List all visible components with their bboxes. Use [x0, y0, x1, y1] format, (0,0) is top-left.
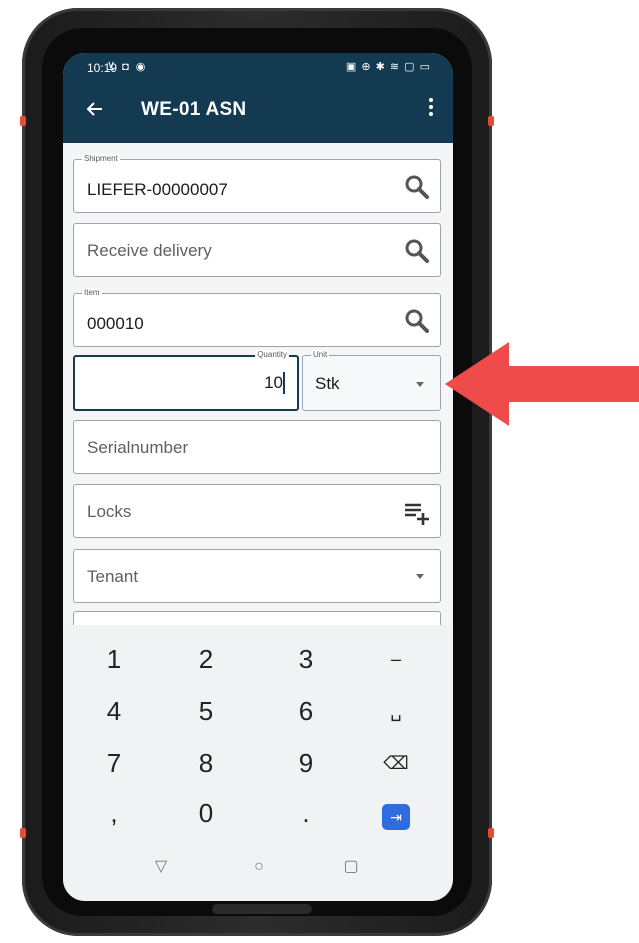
key-4[interactable]: 4	[71, 687, 157, 735]
serialnumber-field[interactable]: Serialnumber	[73, 420, 441, 474]
key-5[interactable]: 5	[163, 687, 249, 735]
overflow-menu-button[interactable]	[423, 97, 439, 123]
item-value: 000010	[87, 314, 144, 333]
phone-screen: 10:19 ⊻ ◘ ◉ ▣ ⊕ ✱ ≋ ▢ ▭ WE-01 ASN Shipme…	[63, 53, 453, 901]
item-field[interactable]: Item 000010	[73, 288, 441, 347]
page-title: WE-01 ASN	[141, 99, 247, 120]
phone-chin	[212, 904, 312, 914]
search-icon[interactable]	[404, 238, 430, 264]
item-label: Item	[82, 288, 102, 298]
key-0[interactable]: 0	[163, 789, 249, 837]
text-cursor	[283, 372, 285, 394]
key-minus[interactable]: –	[353, 635, 439, 683]
unit-label: Unit	[311, 350, 330, 360]
key-8[interactable]: 8	[163, 739, 249, 787]
nav-recents-button[interactable]: ▢	[341, 857, 361, 877]
receive-delivery-field[interactable]: Receive delivery	[73, 223, 441, 277]
toolbar: WE-01 ASN	[63, 83, 453, 139]
receive-delivery-placeholder: Receive delivery	[87, 241, 212, 260]
arrow-left-icon	[86, 102, 102, 116]
unit-select[interactable]: Unit Stk	[302, 350, 441, 411]
key-comma[interactable]: ,	[71, 789, 157, 837]
quantity-label: Quantity	[255, 350, 289, 360]
playlist-add-icon[interactable]	[404, 499, 430, 525]
search-icon[interactable]	[404, 308, 430, 334]
key-period[interactable]: .	[263, 789, 349, 837]
bumper-accent	[488, 116, 494, 126]
quantity-field[interactable]: Quantity 10	[73, 350, 299, 411]
next-field-key[interactable]: ⇥	[382, 804, 410, 830]
tenant-placeholder: Tenant	[87, 567, 139, 586]
key-1[interactable]: 1	[71, 635, 157, 683]
locks-placeholder: Locks	[87, 502, 132, 521]
bumper-accent	[488, 828, 494, 838]
key-9[interactable]: 9	[263, 739, 349, 787]
key-space[interactable]: ␣	[353, 687, 439, 735]
bumper-accent	[20, 116, 26, 126]
shipment-value: LIEFER-00000007	[87, 180, 228, 199]
key-backspace[interactable]: ⌫	[353, 739, 439, 787]
more-vertical-icon	[429, 98, 433, 116]
back-button[interactable]	[81, 95, 109, 126]
numeric-keypad: 1 2 3 – 4 5 6 ␣ 7 8 9 ⌫ , 0 . ⇥	[63, 625, 453, 837]
quantity-value: 10	[264, 373, 283, 392]
status-bar: 10:19 ⊻ ◘ ◉ ▣ ⊕ ✱ ≋ ▢ ▭	[63, 53, 453, 83]
shipment-label: Shipment	[82, 154, 120, 164]
locks-field[interactable]: Locks	[73, 484, 441, 538]
search-icon[interactable]	[404, 174, 430, 200]
system-nav-bar: ▽ ○ ▢	[63, 837, 453, 901]
status-left-icons: ⊻ ◘ ◉	[107, 61, 148, 73]
shipment-field[interactable]: Shipment LIEFER-00000007	[73, 154, 441, 213]
status-right-icons: ▣ ⊕ ✱ ≋ ▢ ▭	[345, 61, 431, 73]
key-7[interactable]: 7	[71, 739, 157, 787]
nav-home-button[interactable]: ○	[249, 857, 269, 877]
serialnumber-placeholder: Serialnumber	[87, 438, 189, 457]
key-3[interactable]: 3	[263, 635, 349, 683]
unit-value: Stk	[315, 374, 340, 393]
key-6[interactable]: 6	[263, 687, 349, 735]
tenant-select[interactable]: Tenant	[73, 549, 441, 603]
key-2[interactable]: 2	[163, 635, 249, 683]
app-bar: 10:19 ⊻ ◘ ◉ ▣ ⊕ ✱ ≋ ▢ ▭ WE-01 ASN	[63, 53, 453, 143]
dropdown-arrow-icon	[416, 382, 424, 387]
speaker-grille	[222, 20, 302, 25]
annotation-arrow-icon	[445, 342, 639, 426]
dropdown-arrow-icon	[416, 574, 424, 579]
bumper-accent	[20, 828, 26, 838]
nav-back-button[interactable]: ▽	[151, 857, 171, 877]
